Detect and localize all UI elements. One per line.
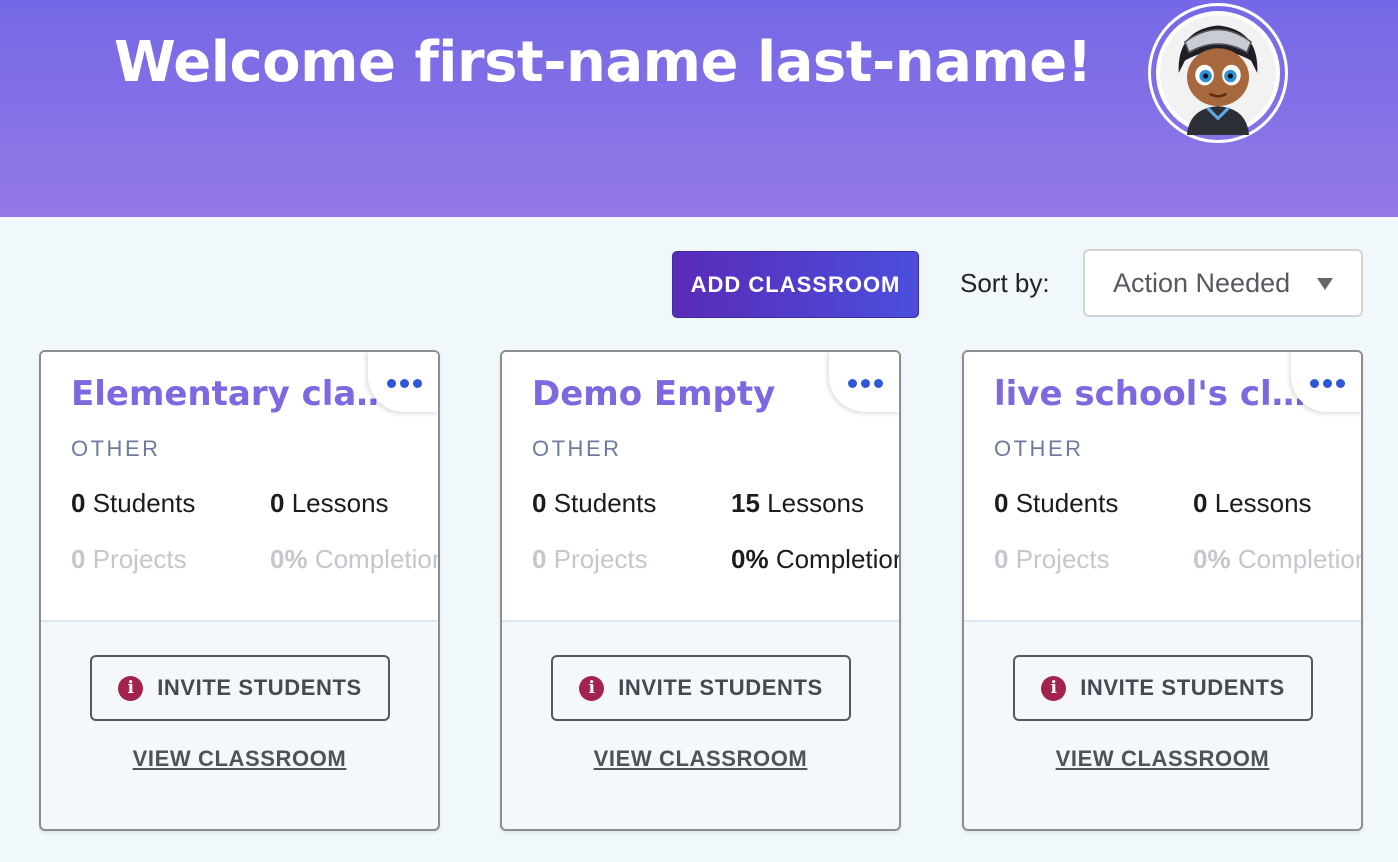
invite-students-button[interactable]: i INVITE STUDENTS	[551, 655, 851, 721]
sort-by-value: Action Needed	[1113, 267, 1291, 298]
lessons-stat: 0 Lessons	[270, 488, 389, 519]
students-label: Students	[92, 488, 196, 518]
invite-students-button[interactable]: i INVITE STUDENTS	[1013, 655, 1313, 721]
info-icon: i	[1041, 675, 1067, 701]
user-avatar-icon[interactable]	[1148, 3, 1288, 143]
welcome-header: Welcome first-name last-name!	[0, 0, 1398, 217]
projects-label: Projects	[92, 544, 187, 574]
students-stat: 0 Students	[994, 488, 1118, 519]
more-options-icon	[1309, 378, 1345, 388]
projects-stat: 0 Projects	[994, 544, 1110, 575]
invite-students-label: INVITE STUDENTS	[618, 675, 823, 700]
completion-percent: 0%	[270, 544, 308, 574]
lessons-count: 0	[270, 488, 285, 518]
classroom-card: Demo Empty OTHER 0 Students 15 Lessons 0…	[500, 350, 901, 831]
more-options-icon	[847, 378, 883, 388]
view-classroom-link[interactable]: VIEW CLASSROOM	[502, 746, 899, 772]
view-classroom-link[interactable]: VIEW CLASSROOM	[964, 746, 1361, 772]
classroom-category: OTHER	[71, 436, 161, 461]
lessons-label: Lessons	[1214, 488, 1312, 518]
classroom-card: live school's class... OTHER 0 Students …	[962, 350, 1363, 831]
lessons-count: 15	[731, 488, 760, 518]
projects-label: Projects	[1015, 544, 1110, 574]
students-count: 0	[532, 488, 547, 518]
students-label: Students	[553, 488, 657, 518]
welcome-title: Welcome first-name last-name!	[114, 30, 1092, 95]
completion-stat: 0% Completion	[731, 544, 901, 575]
invite-students-button[interactable]: i INVITE STUDENTS	[90, 655, 390, 721]
projects-count: 0	[994, 544, 1009, 574]
sort-by-label: Sort by:	[960, 268, 1050, 298]
lessons-stat: 15 Lessons	[731, 488, 864, 519]
sort-by-select[interactable]: Action Needed	[1083, 249, 1363, 317]
classroom-title[interactable]: Demo Empty	[532, 374, 857, 414]
projects-stat: 0 Projects	[71, 544, 187, 575]
completion-label: Completion	[1237, 544, 1363, 574]
projects-stat: 0 Projects	[532, 544, 648, 575]
completion-label: Completion	[314, 544, 440, 574]
classroom-title[interactable]: Elementary class...	[71, 374, 396, 414]
completion-percent: 0%	[1193, 544, 1231, 574]
completion-stat: 0% Completion	[1193, 544, 1363, 575]
invite-students-label: INVITE STUDENTS	[1080, 675, 1285, 700]
classroom-category: OTHER	[532, 436, 622, 461]
add-classroom-button[interactable]: ADD CLASSROOM	[672, 251, 919, 318]
students-count: 0	[71, 488, 86, 518]
lessons-label: Lessons	[767, 488, 864, 518]
completion-label: Completion	[775, 544, 901, 574]
lessons-stat: 0 Lessons	[1193, 488, 1312, 519]
info-icon: i	[579, 675, 605, 701]
projects-count: 0	[532, 544, 547, 574]
completion-percent: 0%	[731, 544, 769, 574]
projects-label: Projects	[553, 544, 648, 574]
invite-students-label: INVITE STUDENTS	[157, 675, 362, 700]
classroom-category: OTHER	[994, 436, 1084, 461]
caret-down-icon	[1317, 278, 1333, 290]
more-options-icon	[386, 378, 422, 388]
lessons-count: 0	[1193, 488, 1208, 518]
view-classroom-link[interactable]: VIEW CLASSROOM	[41, 746, 438, 772]
students-stat: 0 Students	[532, 488, 656, 519]
students-stat: 0 Students	[71, 488, 195, 519]
completion-stat: 0% Completion	[270, 544, 440, 575]
lessons-label: Lessons	[291, 488, 389, 518]
students-count: 0	[994, 488, 1009, 518]
students-label: Students	[1015, 488, 1119, 518]
projects-count: 0	[71, 544, 86, 574]
classroom-card: Elementary class... OTHER 0 Students 0 L…	[39, 350, 440, 831]
classroom-title[interactable]: live school's class...	[994, 374, 1319, 414]
info-icon: i	[118, 675, 144, 701]
